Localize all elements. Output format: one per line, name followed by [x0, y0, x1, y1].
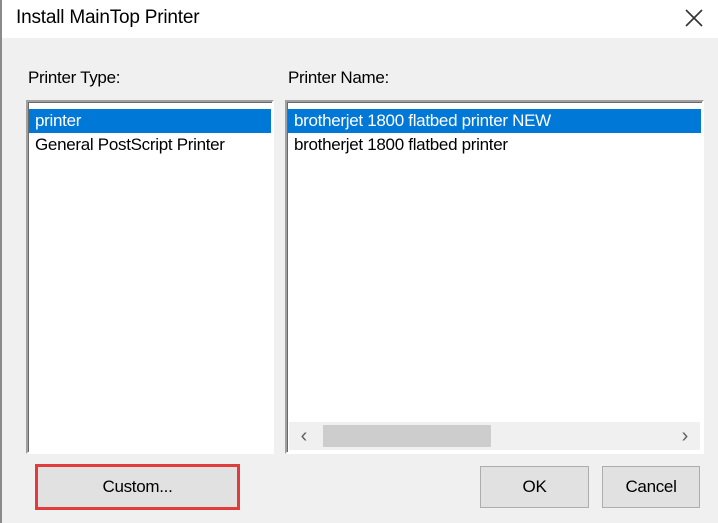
- horizontal-scrollbar[interactable]: ‹ ›: [289, 422, 700, 450]
- chevron-right-icon[interactable]: ›: [670, 422, 700, 450]
- title-bar: Install MainTop Printer: [0, 0, 718, 38]
- close-icon[interactable]: [682, 6, 706, 30]
- printer-type-item[interactable]: printer: [29, 109, 271, 133]
- printer-type-list[interactable]: printer General PostScript Printer: [26, 100, 274, 454]
- printer-type-item[interactable]: General PostScript Printer: [29, 133, 271, 157]
- ok-button[interactable]: OK: [480, 466, 589, 508]
- cancel-button[interactable]: Cancel: [602, 466, 700, 508]
- printer-name-label: Printer Name:: [288, 68, 389, 87]
- custom-button[interactable]: Custom...: [35, 464, 240, 510]
- printer-name-item[interactable]: brotherjet 1800 flatbed printer NEW: [288, 109, 701, 133]
- printer-name-item[interactable]: brotherjet 1800 flatbed printer: [288, 133, 701, 157]
- window-title: Install MainTop Printer: [16, 7, 200, 28]
- printer-type-label: Printer Type:: [28, 68, 121, 87]
- printer-name-list[interactable]: brotherjet 1800 flatbed printer NEW brot…: [285, 100, 704, 454]
- dialog-body: Printer Type: Printer Name: printer Gene…: [0, 38, 718, 523]
- chevron-left-icon[interactable]: ‹: [289, 422, 319, 450]
- scrollbar-thumb[interactable]: [323, 425, 491, 447]
